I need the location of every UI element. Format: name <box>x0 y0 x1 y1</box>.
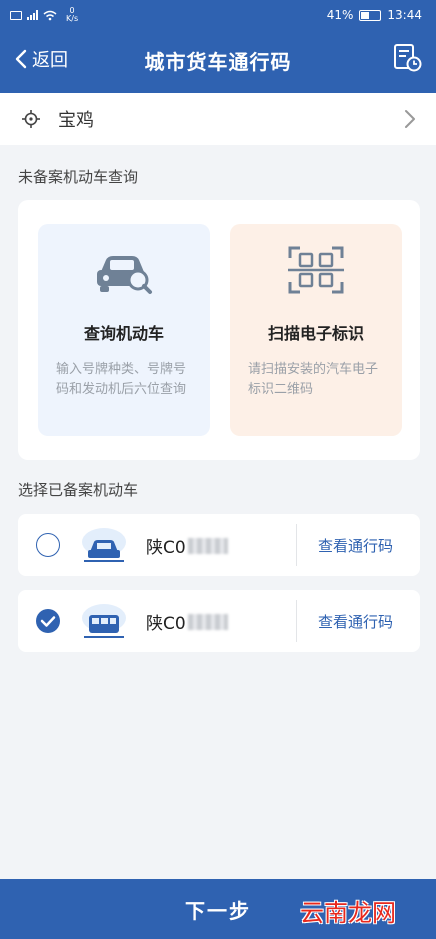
footer-bar: 下一步 云南龙网 <box>0 879 436 939</box>
vehicle-plate: 陕C0 <box>146 609 228 634</box>
clock: 13:44 <box>387 8 422 22</box>
wifi-icon <box>43 10 57 20</box>
scan-tag-desc: 请扫描安装的汽车电子标识二维码 <box>248 362 379 397</box>
car-search-icon <box>97 256 152 294</box>
view-pass-code-link[interactable]: 查看通行码 <box>318 535 393 556</box>
row-divider <box>296 524 297 566</box>
registered-section-label: 选择已备案机动车 <box>18 481 139 499</box>
plate-blur <box>187 613 228 630</box>
city-selector[interactable]: 宝鸡 <box>0 93 436 145</box>
bus-icon <box>82 604 126 638</box>
query-vehicle-title: 查询机动车 <box>83 324 164 343</box>
vehicle-radio[interactable] <box>36 533 60 557</box>
app-header: 0 K/s 41% 13:44 返回 城市货车通行码 <box>0 0 436 93</box>
network-speed: 0 K/s <box>66 6 79 23</box>
battery-icon <box>359 9 382 21</box>
page-title: 城市货车通行码 <box>144 50 292 74</box>
status-bar: 0 K/s 41% 13:44 <box>0 0 436 30</box>
unregistered-section-label: 未备案机动车查询 <box>18 168 139 186</box>
row-divider <box>296 600 297 642</box>
records-icon[interactable] <box>392 42 422 72</box>
status-left: 0 K/s <box>10 7 78 23</box>
unregistered-query-card: 查询机动车 输入号牌种类、号牌号码和发动机后六位查询 扫描电子标识 请扫描安装的… <box>18 200 420 460</box>
watermark: 云南龙网 <box>300 899 396 927</box>
city-name: 宝鸡 <box>58 110 94 131</box>
qr-scan-icon <box>288 246 344 294</box>
status-right: 41% 13:44 <box>327 8 422 22</box>
battery-percent: 41% <box>326 8 354 22</box>
location-target-icon <box>22 110 40 128</box>
car-icon <box>82 528 126 562</box>
vehicle-row[interactable]: 陕C0 查看通行码 <box>18 514 420 576</box>
view-pass-code-link[interactable]: 查看通行码 <box>318 611 393 632</box>
signal-icon <box>27 10 38 20</box>
chevron-right-icon <box>405 110 415 128</box>
scan-tag-option[interactable]: 扫描电子标识 请扫描安装的汽车电子标识二维码 <box>230 224 402 436</box>
query-vehicle-option[interactable]: 查询机动车 输入号牌种类、号牌号码和发动机后六位查询 <box>38 224 210 436</box>
check-icon <box>40 616 56 627</box>
vehicle-row[interactable]: 陕C0 查看通行码 <box>18 590 420 652</box>
query-vehicle-desc: 输入号牌种类、号牌号码和发动机后六位查询 <box>56 362 187 397</box>
sim-icon <box>10 10 22 20</box>
vehicle-plate: 陕C0 <box>146 533 228 558</box>
plate-blur <box>187 537 228 554</box>
vehicle-radio-checked[interactable] <box>36 609 60 633</box>
scan-tag-title: 扫描电子标识 <box>267 324 364 343</box>
nav-bar: 返回 城市货车通行码 <box>0 30 436 93</box>
